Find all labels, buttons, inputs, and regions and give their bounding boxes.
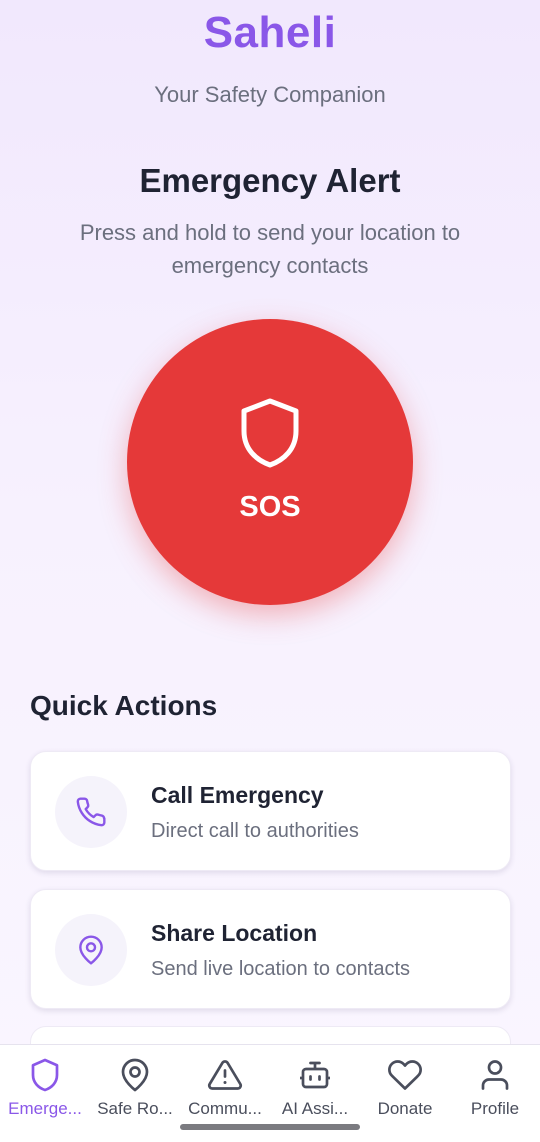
location-icon-container (55, 914, 127, 986)
nav-label-emergency: Emerge... (8, 1099, 82, 1118)
share-location-card[interactable]: Share Location Send live location to con… (30, 889, 511, 1009)
nav-item-donate[interactable]: Donate (360, 1045, 450, 1142)
shield-icon (241, 398, 299, 468)
robot-icon (300, 1061, 330, 1089)
call-emergency-card[interactable]: Call Emergency Direct call to authoritie… (30, 751, 511, 871)
sos-label: SOS (239, 491, 301, 523)
nav-label-community: Commu... (188, 1099, 262, 1118)
quick-actions-title: Quick Actions (30, 690, 218, 721)
phone-icon (76, 797, 106, 827)
nav-label-safe-route: Safe Ro... (97, 1099, 173, 1118)
nav-label-profile: Profile (470, 1099, 520, 1118)
app-subtitle: Your Safety Companion (154, 82, 386, 107)
emergency-alert-title: Emergency Alert (139, 162, 401, 199)
app-title: Saheli (203, 8, 337, 57)
nav-item-profile[interactable]: Profile (450, 1045, 540, 1142)
heart-icon (388, 1060, 422, 1090)
location-pin-icon (79, 935, 103, 965)
share-location-title: Share Location (151, 920, 318, 946)
shield-icon (31, 1058, 59, 1092)
person-icon (481, 1060, 509, 1090)
call-emergency-title: Call Emergency (151, 782, 324, 808)
warning-triangle-icon (207, 1060, 243, 1090)
share-location-subtitle: Send live location to contacts (151, 958, 411, 980)
sos-button[interactable]: SOS (127, 319, 413, 605)
call-icon-container (55, 776, 127, 848)
nav-label-ai-assistant: AI Assi... (281, 1099, 349, 1118)
nav-label-donate: Donate (377, 1099, 433, 1118)
nav-item-safe-route[interactable]: Safe Ro... (90, 1045, 180, 1142)
nav-item-emergency[interactable]: Emerge... (0, 1045, 90, 1142)
call-emergency-subtitle: Direct call to authorities (151, 820, 359, 842)
home-indicator[interactable] (180, 1124, 360, 1130)
location-pin-icon (121, 1058, 149, 1092)
emergency-alert-description: Press and hold to send your location to … (79, 220, 461, 278)
